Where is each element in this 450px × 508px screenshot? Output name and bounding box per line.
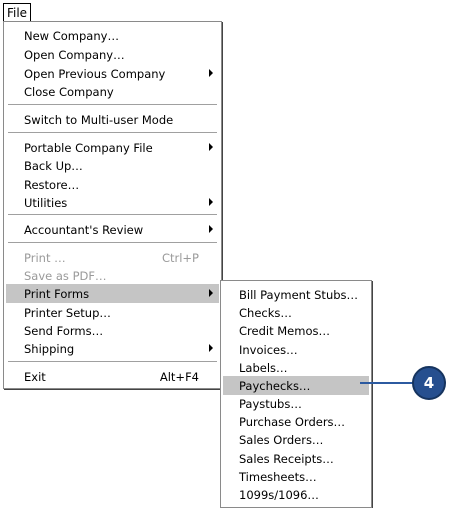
menu-item-label: Paychecks… bbox=[239, 378, 311, 393]
menu-item-label: Bill Payment Stubs… bbox=[239, 287, 359, 302]
menu-item-label: Portable Company File bbox=[24, 140, 153, 155]
menu-item-label: Printer Setup… bbox=[24, 305, 111, 320]
menu-item-label: Credit Memos… bbox=[239, 323, 330, 338]
menu-item-timesheets[interactable]: Timesheets… bbox=[223, 467, 369, 486]
menu-item-accountants-review[interactable]: Accountant's Review bbox=[6, 220, 219, 239]
menu-item-shipping[interactable]: Shipping bbox=[6, 339, 219, 358]
menu-item-label: Timesheets… bbox=[239, 469, 317, 484]
menu-item-label: Open Company… bbox=[24, 47, 125, 62]
menu-item-label: Save as PDF… bbox=[24, 268, 107, 283]
shortcut-label: Alt+F4 bbox=[159, 369, 199, 384]
menu-item-label: Accountant's Review bbox=[24, 222, 144, 237]
menu-item-label: Invoices… bbox=[239, 342, 298, 357]
submenu-arrow-icon bbox=[209, 69, 213, 77]
menu-item-switch-multiuser[interactable]: Switch to Multi-user Mode bbox=[6, 110, 219, 129]
menu-item-save-as-pdf: Save as PDF… bbox=[6, 266, 219, 285]
menu-item-sales-orders[interactable]: Sales Orders… bbox=[223, 430, 369, 449]
menu-item-label: Utilities bbox=[24, 195, 68, 210]
menu-item-invoices[interactable]: Invoices… bbox=[223, 340, 369, 359]
menu-item-label: Back Up… bbox=[24, 158, 83, 173]
menu-item-label: Restore… bbox=[24, 177, 80, 192]
submenu-arrow-icon bbox=[209, 289, 213, 297]
callout-pointer-line bbox=[360, 382, 416, 384]
menu-item-portable-company-file[interactable]: Portable Company File bbox=[6, 138, 219, 157]
menu-item-checks[interactable]: Checks… bbox=[223, 303, 369, 322]
menu-item-utilities[interactable]: Utilities bbox=[6, 193, 219, 212]
menu-item-open-company[interactable]: Open Company… bbox=[6, 45, 219, 64]
file-menu: New Company… Open Company… Open Previous… bbox=[3, 21, 222, 389]
menu-item-exit[interactable]: Exit Alt+F4 bbox=[6, 367, 219, 386]
menu-separator bbox=[8, 242, 217, 244]
menu-item-label: Checks… bbox=[239, 305, 292, 320]
menu-item-send-forms[interactable]: Send Forms… bbox=[6, 321, 219, 340]
menu-item-label: Close Company bbox=[24, 84, 114, 99]
menu-item-labels[interactable]: Labels… bbox=[223, 358, 369, 377]
menu-item-close-company[interactable]: Close Company bbox=[6, 82, 219, 101]
menu-item-label: Labels… bbox=[239, 360, 288, 375]
menu-item-label: Shipping bbox=[24, 341, 75, 356]
menu-item-print: Print … Ctrl+P bbox=[6, 248, 219, 267]
submenu-arrow-icon bbox=[209, 143, 213, 151]
menu-item-restore[interactable]: Restore… bbox=[6, 175, 219, 194]
menu-item-credit-memos[interactable]: Credit Memos… bbox=[223, 321, 369, 340]
print-forms-submenu: Bill Payment Stubs… Checks… Credit Memos… bbox=[220, 280, 372, 508]
menu-item-label: Purchase Orders… bbox=[239, 414, 346, 429]
menu-item-new-company[interactable]: New Company… bbox=[6, 26, 219, 45]
submenu-arrow-icon bbox=[209, 198, 213, 206]
menu-item-label: Sales Receipts… bbox=[239, 451, 334, 466]
menu-item-label: Print … bbox=[24, 250, 66, 265]
menu-item-open-previous-company[interactable]: Open Previous Company bbox=[6, 64, 219, 83]
menu-item-1099s-1096[interactable]: 1099s/1096… bbox=[223, 485, 369, 504]
menu-item-label: Send Forms… bbox=[24, 323, 104, 338]
menu-item-label: 1099s/1096… bbox=[239, 487, 319, 502]
menu-item-label: Print Forms bbox=[24, 286, 90, 301]
menu-item-paychecks[interactable]: Paychecks… bbox=[223, 376, 369, 395]
menu-item-label: Switch to Multi-user Mode bbox=[24, 112, 174, 127]
menu-item-label: Sales Orders… bbox=[239, 432, 324, 447]
menu-item-purchase-orders[interactable]: Purchase Orders… bbox=[223, 412, 369, 431]
menu-item-label: Paystubs… bbox=[239, 396, 302, 411]
menu-item-bill-payment-stubs[interactable]: Bill Payment Stubs… bbox=[223, 285, 369, 304]
menu-separator bbox=[8, 104, 217, 106]
menu-separator bbox=[8, 361, 217, 363]
menu-item-printer-setup[interactable]: Printer Setup… bbox=[6, 303, 219, 322]
menu-item-label: New Company… bbox=[24, 28, 119, 43]
menu-item-label: Open Previous Company bbox=[24, 66, 166, 81]
step-callout-badge: 4 bbox=[412, 366, 446, 400]
menu-item-label: Exit bbox=[24, 369, 46, 384]
submenu-arrow-icon bbox=[209, 344, 213, 352]
menu-separator bbox=[8, 214, 217, 216]
menu-item-back-up[interactable]: Back Up… bbox=[6, 156, 219, 175]
file-menu-button[interactable]: File bbox=[3, 3, 31, 22]
menu-item-sales-receipts[interactable]: Sales Receipts… bbox=[223, 449, 369, 468]
menu-separator bbox=[8, 132, 217, 134]
menu-item-print-forms[interactable]: Print Forms bbox=[6, 284, 219, 303]
shortcut-label: Ctrl+P bbox=[161, 250, 199, 265]
submenu-arrow-icon bbox=[209, 225, 213, 233]
menu-item-paystubs[interactable]: Paystubs… bbox=[223, 394, 369, 413]
